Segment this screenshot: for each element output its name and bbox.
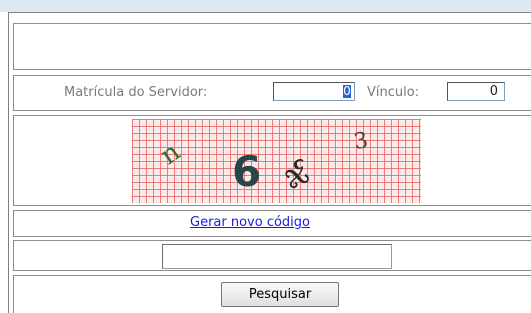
captcha-char-2: 6 (232, 147, 262, 196)
captcha-row: n 6 ჯ 3 (13, 115, 531, 206)
matricula-label: Matrícula do Servidor: (64, 85, 208, 100)
code-input-row (13, 240, 531, 271)
new-code-row: Gerar novo código (13, 210, 531, 237)
captcha-char-4: 3 (351, 127, 371, 156)
vinculo-value: 0 (489, 84, 498, 99)
captcha-code-input[interactable] (162, 244, 392, 269)
captcha-char-1: n (154, 136, 186, 172)
generate-new-code-link[interactable]: Gerar novo código (190, 215, 310, 230)
vinculo-input[interactable]: 0 (447, 82, 505, 101)
form-table: Matrícula do Servidor: 0 Vínculo: 0 n 6 … (8, 12, 531, 313)
captcha-image: n 6 ჯ 3 (132, 119, 421, 203)
search-button[interactable]: Pesquisar (221, 282, 339, 307)
captcha-char-3: ჯ (280, 156, 317, 202)
matricula-value: 0 (343, 84, 351, 98)
empty-header-row (13, 23, 531, 70)
server-id-row: Matrícula do Servidor: 0 Vínculo: 0 (13, 75, 531, 111)
matricula-input[interactable]: 0 (273, 82, 355, 101)
submit-row: Pesquisar (13, 275, 531, 313)
vinculo-label: Vínculo: (367, 85, 420, 100)
search-form-window: Matrícula do Servidor: 0 Vínculo: 0 n 6 … (0, 0, 531, 313)
top-bar (0, 0, 531, 12)
